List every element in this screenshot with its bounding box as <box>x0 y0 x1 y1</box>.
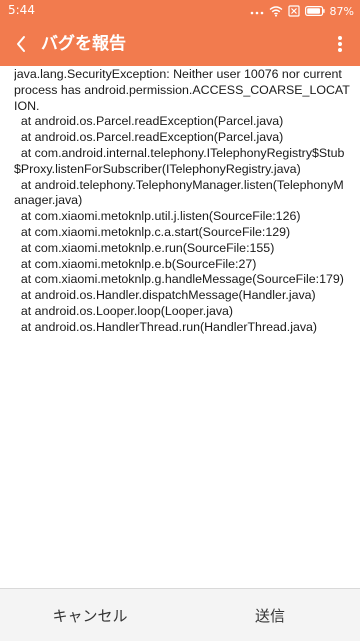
sim-off-icon <box>287 5 300 17</box>
more-vert-icon[interactable] <box>336 32 344 56</box>
app-bar: バグを報告 <box>0 22 360 66</box>
dots-icon <box>250 11 263 15</box>
status-bar: 5:44 87% <box>0 0 360 22</box>
wifi-icon <box>269 6 282 17</box>
battery-percent: 87% <box>329 4 354 18</box>
battery-icon <box>304 6 325 17</box>
stack-trace-text: java.lang.SecurityException: Neither use… <box>14 67 350 334</box>
cancel-button[interactable]: キャンセル <box>0 589 180 641</box>
bottom-action-bar: キャンセル 送信 <box>0 588 360 641</box>
page-title: バグを報告 <box>41 34 126 54</box>
send-button[interactable]: 送信 <box>180 589 360 641</box>
status-icons: 87% <box>250 3 354 19</box>
back-arrow-icon[interactable] <box>10 32 34 56</box>
status-time: 5:44 <box>8 3 35 17</box>
